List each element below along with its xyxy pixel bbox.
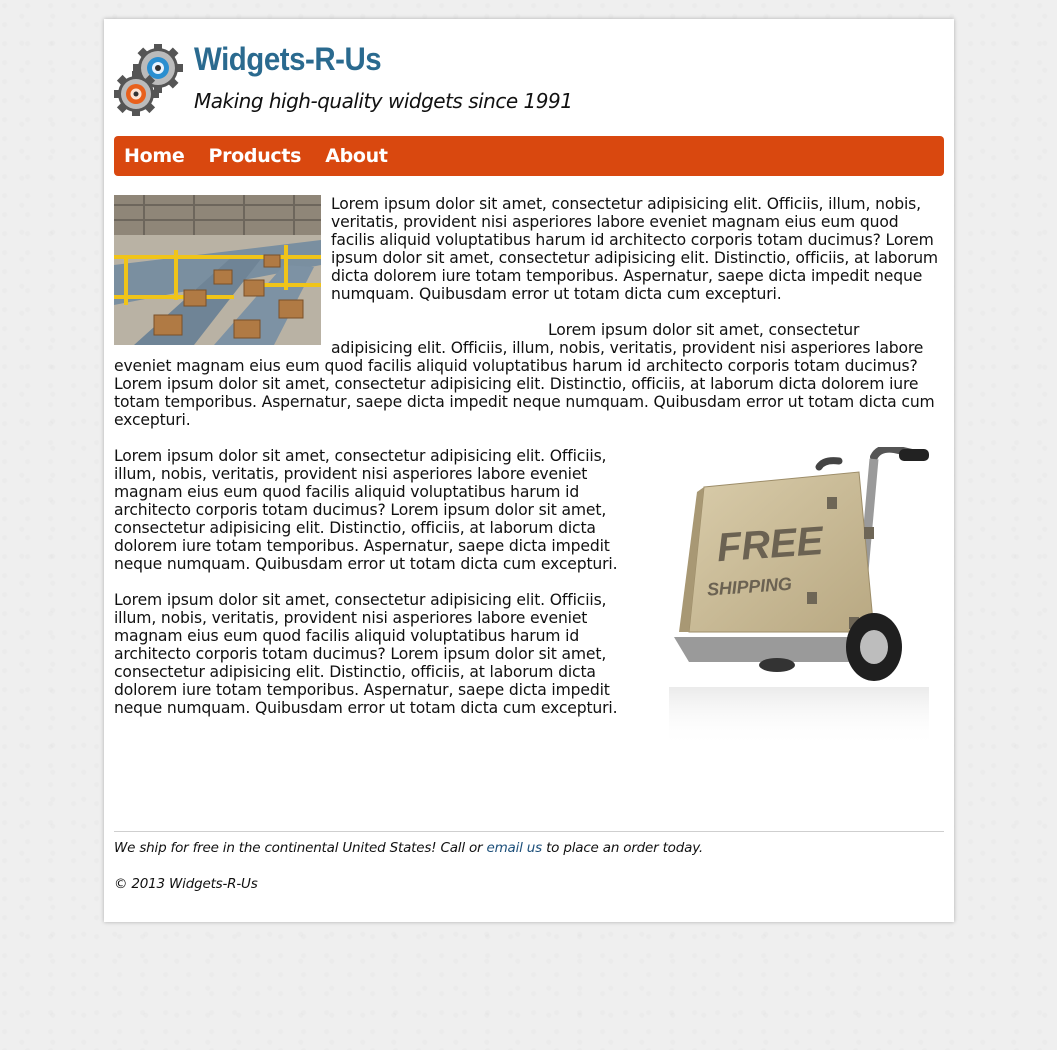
nav-item-home[interactable]: Home xyxy=(124,145,185,167)
page-container: Widgets-R-Us Making high-quality widgets… xyxy=(104,19,954,922)
nav-item-about[interactable]: About xyxy=(325,145,388,167)
hand-truck-box-image: FREE SHIPPING xyxy=(669,447,929,747)
site-tagline: Making high-quality widgets since 1991 xyxy=(194,89,573,113)
footer-divider xyxy=(114,831,944,832)
shipping-note-prefix: We ship for free in the continental Unit… xyxy=(114,840,487,856)
cart-text-free: FREE xyxy=(715,519,825,570)
gears-icon xyxy=(114,44,183,116)
copyright: © 2013 Widgets-R-Us xyxy=(114,876,258,892)
shipping-note: We ship for free in the continental Unit… xyxy=(114,840,703,856)
shipping-note-suffix: to place an order today. xyxy=(542,840,704,856)
main-content: Lorem ipsum dolor sit amet, consectetur … xyxy=(114,195,944,755)
site-title: Widgets-R-Us xyxy=(194,41,382,77)
main-nav: Home Products About xyxy=(114,136,944,176)
nav-item-products[interactable]: Products xyxy=(208,145,301,167)
factory-conveyor-image xyxy=(114,195,321,345)
email-us-link[interactable]: email us xyxy=(486,840,542,856)
